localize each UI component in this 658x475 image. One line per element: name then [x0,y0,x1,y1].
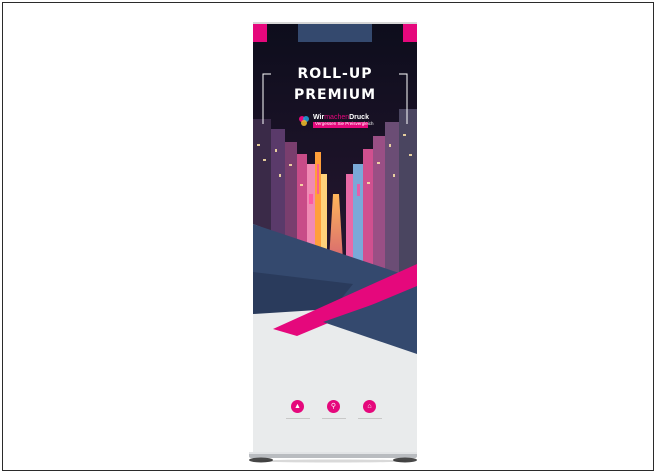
search-icon: ⚲ [327,400,340,413]
top-left-pink-block [253,24,267,42]
icon-caption-line [322,418,346,419]
user-icon: ▲ [291,400,304,413]
geometric-shapes [253,224,417,454]
icon-row: ▲ ⚲ ⌂ [253,396,417,426]
home-icon: ⌂ [363,400,376,413]
banner-stand-base [249,452,417,463]
icon-caption-line [286,418,310,419]
rollup-banner: ROLL-UP PREMIUM WirmachenDruck Vergessen… [253,24,417,454]
icon-caption-line [358,418,382,419]
top-right-pink-block [403,24,417,42]
top-navy-block [298,24,372,42]
